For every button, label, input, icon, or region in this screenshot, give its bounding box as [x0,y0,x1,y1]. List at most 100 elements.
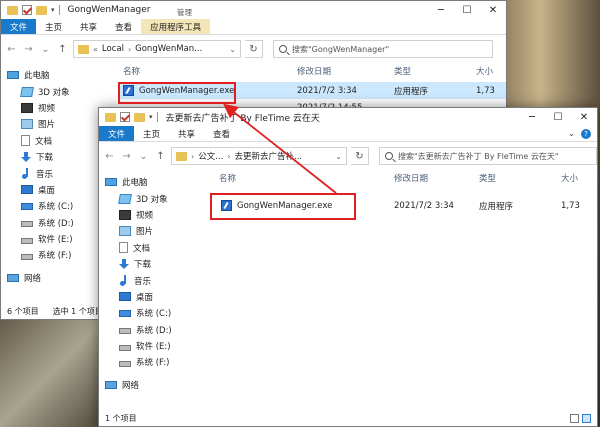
help-icon[interactable]: ? [581,128,591,139]
breadcrumb-item[interactable]: 公文... [198,150,223,162]
minimize-button[interactable]: ─ [519,108,545,126]
chevron-down-icon[interactable]: ⌄ [137,151,150,162]
column-name[interactable]: 名称 [217,172,394,184]
column-type[interactable]: 类型 [394,65,476,77]
sidebar-item[interactable]: 网络 [99,377,209,393]
new-folder-icon[interactable] [36,5,47,15]
back-arrow-icon[interactable]: ← [103,151,116,162]
column-type[interactable]: 类型 [479,172,561,184]
column-name[interactable]: 名称 [119,65,297,77]
sidebar-item[interactable]: 图片 [99,223,209,239]
sidebar-item[interactable]: 系统 (D:) [1,215,111,231]
new-folder-icon[interactable] [134,112,145,122]
drive-icon [21,237,33,244]
sidebar-item[interactable]: 文档 [99,240,209,256]
forward-arrow-icon[interactable]: → [120,151,133,162]
sidebar-item[interactable]: 下载 [1,149,111,165]
sidebar-item[interactable]: 系统 (F:) [1,247,111,263]
window-controls: ─ ☐ ✕ [428,1,506,19]
title-bar[interactable]: ▾ 去更新去广告补丁 By FleTime 云在天 ─ ☐ ✕ [99,108,597,126]
minimize-button[interactable]: ─ [428,1,454,19]
quick-access-toolbar: ▾ [105,112,158,122]
sidebar-item[interactable]: 图片 [1,116,111,132]
search-box[interactable]: 搜索"GongWenManager" [273,40,493,58]
folder-icon [78,44,89,54]
close-button[interactable]: ✕ [571,108,597,126]
video-icon [119,209,131,220]
column-size[interactable]: 大小 [561,172,591,184]
sidebar-item-label: 3D 对象 [38,87,70,98]
sidebar-item[interactable]: 此电脑 [1,67,111,83]
tab-file[interactable]: 文件 [99,126,135,141]
sidebar-item-label: 系统 (F:) [136,358,170,369]
pictures-icon [21,119,33,130]
sidebar-item[interactable]: 系统 (C:) [1,198,111,214]
chevron-down-icon[interactable]: ⌄ [39,44,52,55]
tab-view[interactable]: 查看 [204,126,239,141]
sidebar-item[interactable]: 系统 (D:) [99,322,209,338]
sidebar-item[interactable]: 网络 [1,270,111,286]
sidebar-item[interactable]: 桌面 [99,289,209,305]
file-size: 1,73 [476,85,495,96]
column-date[interactable]: 修改日期 [297,65,394,77]
chevron-down-icon[interactable]: ▾ [149,113,153,121]
tab-share[interactable]: 共享 [71,19,106,34]
chevron-down-icon[interactable]: ⌄ [568,129,575,139]
details-view-icon[interactable] [570,413,579,423]
tab-file[interactable]: 文件 [1,19,37,34]
sidebar-item[interactable]: 系统 (C:) [99,305,209,321]
tab-home[interactable]: 主页 [36,19,71,34]
tab-application-tools[interactable]: 应用程序工具 [141,19,211,34]
up-arrow-icon[interactable]: ↑ [56,44,69,55]
column-size[interactable]: 大小 [476,65,506,77]
sidebar-item[interactable]: 系统 (F:) [99,354,209,370]
refresh-button[interactable]: ↻ [351,147,369,165]
tab-home[interactable]: 主页 [134,126,169,141]
status-bar: 1 个项目 [99,410,597,426]
column-date[interactable]: 修改日期 [394,172,479,184]
properties-icon[interactable] [22,5,32,15]
sidebar-item[interactable]: 音乐 [99,272,209,288]
sidebar-item[interactable]: 文档 [1,133,111,149]
back-arrow-icon[interactable]: ← [5,44,18,55]
large-icons-view-icon[interactable] [582,413,591,423]
music-icon [119,275,129,287]
sidebar-item[interactable]: 3D 对象 [1,83,111,99]
sidebar-item[interactable]: 3D 对象 [99,190,209,206]
close-button[interactable]: ✕ [480,1,506,19]
chevron-down-icon[interactable]: ⌄ [229,45,236,54]
properties-icon[interactable] [120,112,130,122]
up-arrow-icon[interactable]: ↑ [154,151,167,162]
file-date: 2021/7/2 3:34 [297,85,357,96]
chevron-down-icon[interactable]: ⌄ [335,152,342,161]
sidebar-item[interactable]: 视频 [1,100,111,116]
sidebar-item[interactable]: 此电脑 [99,174,209,190]
sidebar-item[interactable]: 视频 [99,207,209,223]
breadcrumb-item[interactable]: Local [102,44,124,54]
address-bar[interactable]: › 公文... › 去更新去广告补... ⌄ [171,147,347,165]
explorer-window-patch-folder: ▾ 去更新去广告补丁 By FleTime 云在天 ─ ☐ ✕ 文件 主页 共享… [98,107,598,427]
address-bar[interactable]: « Local › GongWenMan... ⌄ [73,40,241,58]
column-headers: 名称 修改日期 类型 大小 [119,63,506,79]
desktop-icon [21,185,33,195]
refresh-button[interactable]: ↻ [245,40,263,58]
tab-share[interactable]: 共享 [169,126,204,141]
maximize-button[interactable]: ☐ [454,1,480,19]
forward-arrow-icon[interactable]: → [22,44,35,55]
sidebar-item[interactable]: 软件 (E:) [1,231,111,247]
drive-icon [119,344,131,351]
breadcrumb-item[interactable]: 去更新去广告补... [235,150,303,162]
tab-view[interactable]: 查看 [106,19,141,34]
title-bar[interactable]: ▾ GongWenManager ─ ☐ ✕ [1,1,506,19]
sidebar-item[interactable]: 软件 (E:) [99,338,209,354]
search-box[interactable]: 搜索"去更新去广告补丁 By FleTime 云在天" [379,147,597,165]
sidebar-item-label: 软件 (E:) [38,235,73,246]
sidebar-item-label: 3D 对象 [136,194,168,205]
maximize-button[interactable]: ☐ [545,108,571,126]
sidebar-item[interactable]: 桌面 [1,182,111,198]
file-date: 2021/7/2 3:34 [394,200,454,211]
breadcrumb-item[interactable]: GongWenMan... [135,44,202,54]
chevron-down-icon[interactable]: ▾ [51,6,55,14]
sidebar-item[interactable]: 下载 [99,256,209,272]
sidebar-item[interactable]: 音乐 [1,165,111,181]
